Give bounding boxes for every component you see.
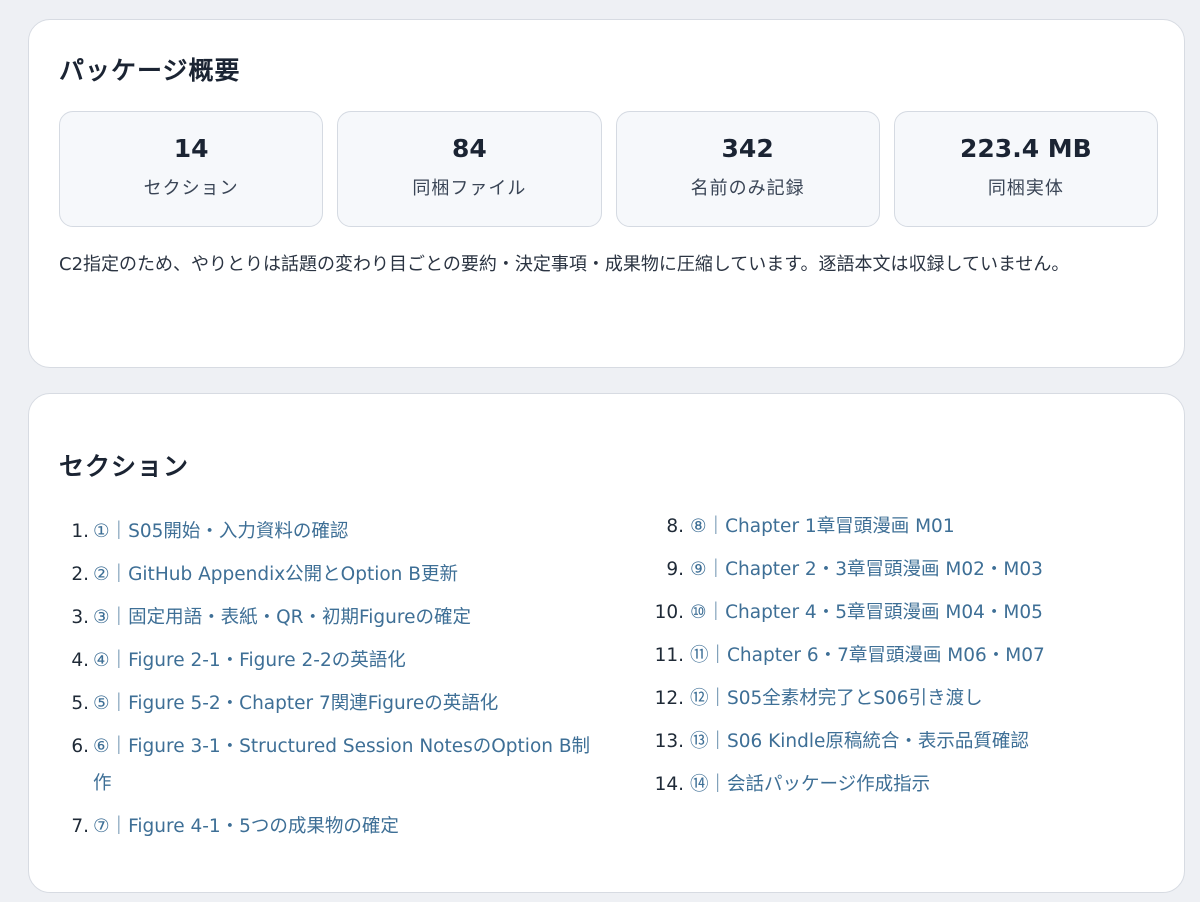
section-item: 5. ⑤｜Figure 5-2・Chapter 7関連Figureの英語化 [59,685,599,722]
section-number: 10. [654,602,684,623]
section-number: 2. [71,564,89,585]
section-item: 8. ⑧｜Chapter 1章冒頭漫画 M01 [604,508,1164,545]
section-item: 2. ②｜GitHub Appendix公開とOption B更新 [59,556,599,593]
section-link[interactable]: ⑪｜Chapter 6・7章冒頭漫画 M06・M07 [690,645,1045,666]
section-item: 4. ④｜Figure 2-1・Figure 2-2の英語化 [59,642,599,679]
section-number: 5. [71,693,89,714]
stat-label: 名前のみ記録 [690,178,805,199]
section-item: 9. ⑨｜Chapter 2・3章冒頭漫画 M02・M03 [604,551,1164,588]
section-number: 8. [666,516,684,537]
stat-value: 342 [721,134,774,163]
overview-note: C2指定のため、やりとりは話題の変わり目ごとの要約・決定事項・成果物に圧縮してい… [59,254,1070,275]
section-list-right: 8. ⑧｜Chapter 1章冒頭漫画 M01 9. ⑨｜Chapter 2・3章冒… [604,508,1164,809]
stat-value: 84 [451,134,487,163]
section-item: 3. ③｜固定用語・表紙・QR・初期Figureの確定 [59,599,599,636]
section-item: 10. ⑩｜Chapter 4・5章冒頭漫画 M04・M05 [604,594,1164,631]
stat-value: 223.4 MB [960,134,1092,163]
section-link[interactable]: ⑨｜Chapter 2・3章冒頭漫画 M02・M03 [690,559,1043,580]
section-link[interactable]: ⑭｜会話パッケージ作成指示 [690,774,930,795]
stat-label: セクション [143,178,239,199]
stat-bundled-size: 223.4 MB 同梱実体 [893,111,1158,227]
section-link[interactable]: ⑫｜S05全素材完了とS06引き渡し [690,688,983,709]
section-link[interactable]: ⑦｜Figure 4-1・5つの成果物の確定 [93,816,399,837]
stat-bundled-files: 84 同梱ファイル [337,111,602,227]
section-number: 4. [71,650,89,671]
section-number: 12. [654,688,684,709]
stat-sections: 14 セクション [59,111,324,227]
section-link[interactable]: ⑧｜Chapter 1章冒頭漫画 M01 [690,516,955,537]
stat-name-only: 342 名前のみ記録 [615,111,880,227]
section-item: 14. ⑭｜会話パッケージ作成指示 [604,766,1164,803]
section-number: 11. [654,645,684,666]
section-item: 12. ⑫｜S05全素材完了とS06引き渡し [604,680,1164,717]
section-item: 7. ⑦｜Figure 4-1・5つの成果物の確定 [59,808,599,845]
section-link[interactable]: ④｜Figure 2-1・Figure 2-2の英語化 [93,650,406,671]
section-number: 6. [71,736,89,757]
sections-title: セクション [59,452,190,481]
section-link[interactable]: ③｜固定用語・表紙・QR・初期Figureの確定 [93,607,471,628]
section-link[interactable]: ⑩｜Chapter 4・5章冒頭漫画 M04・M05 [690,602,1043,623]
section-link[interactable]: ⑥｜Figure 3-1・Structured Session NotesのOp… [93,736,590,794]
section-list-left: 1. ①｜S05開始・入力資料の確認 2. ②｜GitHub Appendix公開と… [59,513,599,851]
overview-title: パッケージ概要 [59,56,241,85]
section-item: 6. ⑥｜Figure 3-1・Structured Session Notesの… [59,728,599,802]
section-link[interactable]: ⑤｜Figure 5-2・Chapter 7関連Figureの英語化 [93,693,498,714]
section-number: 7. [71,816,89,837]
section-number: 1. [71,521,89,542]
stat-value: 14 [173,134,209,163]
section-item: 13. ⑬｜S06 Kindle原稿統合・表示品質確認 [604,723,1164,760]
section-item: 1. ①｜S05開始・入力資料の確認 [59,513,599,550]
section-number: 14. [654,774,684,795]
section-link[interactable]: ⑬｜S06 Kindle原稿統合・表示品質確認 [690,731,1029,752]
section-item: 11. ⑪｜Chapter 6・7章冒頭漫画 M06・M07 [604,637,1164,674]
section-number: 3. [71,607,89,628]
stats-row: 14 セクション 84 同梱ファイル 342 名前のみ記録 223.4 MB 同… [59,111,1158,227]
sections-card: セクション 1. ①｜S05開始・入力資料の確認 2. ②｜GitHub Appen… [28,393,1185,893]
stat-label: 同梱ファイル [412,178,527,199]
section-number: 9. [666,559,684,580]
section-link[interactable]: ②｜GitHub Appendix公開とOption B更新 [93,564,458,585]
section-link[interactable]: ①｜S05開始・入力資料の確認 [93,521,348,542]
section-number: 13. [654,731,684,752]
stat-label: 同梱実体 [987,178,1064,199]
package-overview-card: パッケージ概要 14 セクション 84 同梱ファイル 342 名前のみ記録 22… [28,19,1185,368]
